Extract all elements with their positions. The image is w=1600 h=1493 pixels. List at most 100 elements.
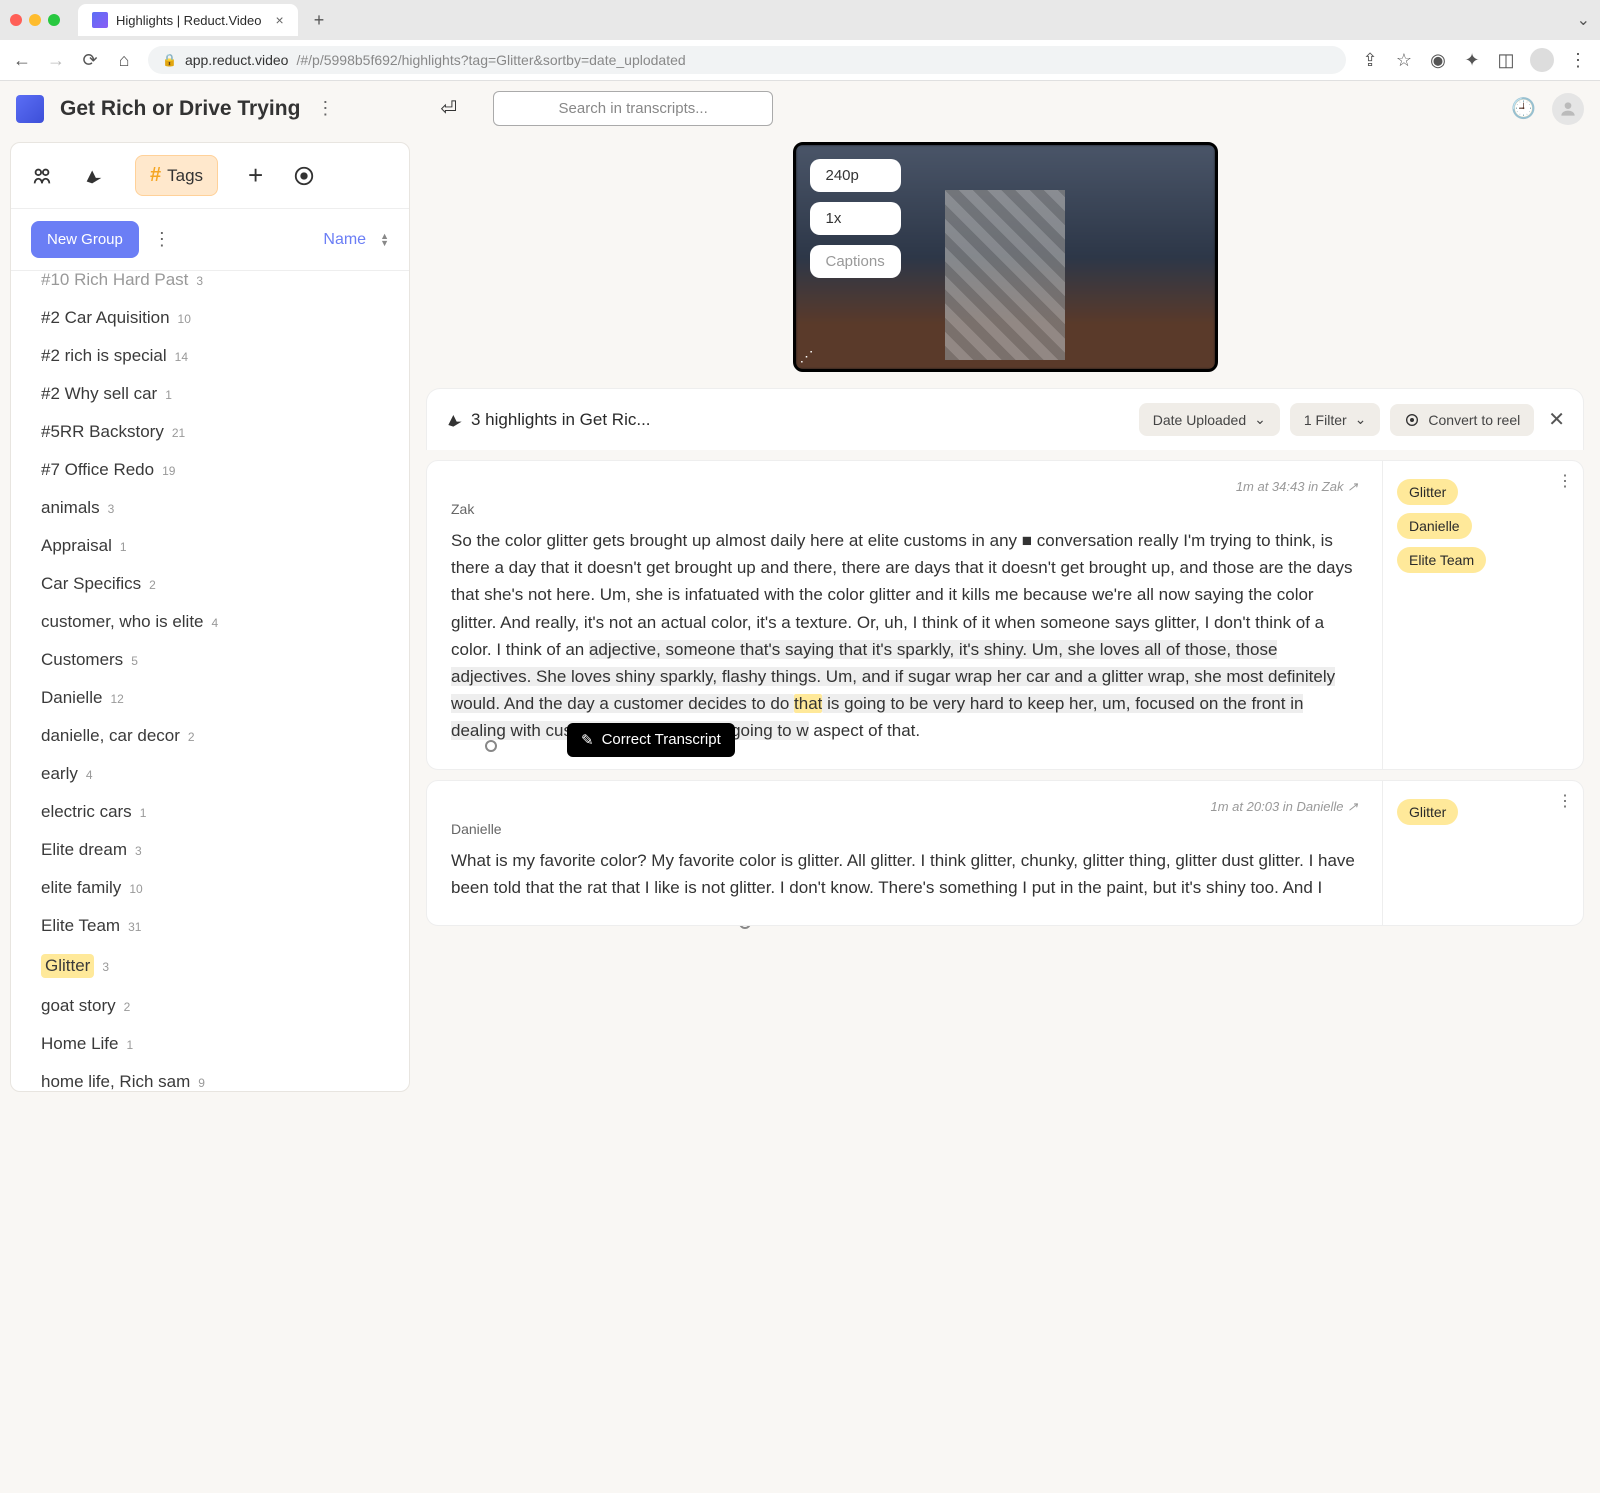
tag-row[interactable]: Glitter3 [41,945,409,987]
extension-icon[interactable]: ◉ [1428,50,1448,71]
tag-row[interactable]: Elite Team31 [41,907,409,945]
tag-row[interactable]: customer, who is elite4 [41,603,409,641]
extensions-menu-icon[interactable]: ✦ [1462,50,1482,71]
sort-label[interactable]: Name [323,231,366,249]
tag-row[interactable]: Elite dream3 [41,831,409,869]
tag-row[interactable]: Danielle12 [41,679,409,717]
share-icon[interactable]: ⇪ [1360,50,1380,71]
tag-row[interactable]: #5RR Backstory21 [41,413,409,451]
new-group-button[interactable]: New Group [31,221,139,258]
tag-row[interactable]: danielle, car decor 2 [41,717,409,755]
convert-to-reel-button[interactable]: Convert to reel [1390,404,1534,436]
tag-name: Appraisal [41,536,112,556]
tag-count: 21 [172,426,185,440]
tag-count: 2 [188,730,195,744]
highlight-card: 1m at 20:03 in Danielle ↗ Danielle What … [426,780,1584,926]
tag-row[interactable]: #2 rich is special14 [41,337,409,375]
tag-row[interactable]: home life, Rich sam9 [41,1063,409,1091]
history-icon[interactable]: 🕘 [1511,96,1536,121]
tag-row[interactable]: #7 Office Redo19 [41,451,409,489]
transcript-text[interactable]: What is my favorite color? My favorite c… [451,847,1358,901]
panel-icon[interactable]: ◫ [1496,50,1516,71]
tag-row[interactable]: animals3 [41,489,409,527]
sidebar: # Tags + New Group ⋮ Name ▲▼ #10 Rich Ha… [10,142,410,1092]
collapse-icon[interactable]: ⏎ [440,96,457,121]
tag-row[interactable]: #2 Car Aquisition10 [41,299,409,337]
url-bar[interactable]: 🔒 app.reduct.video/#/p/5998b5f692/highli… [148,46,1346,74]
reels-tab-icon[interactable] [293,164,315,187]
tag-row[interactable]: #2 Why sell car1 [41,375,409,413]
filter-dropdown[interactable]: 1 Filter ⌄ [1290,403,1381,436]
tag-name: danielle, car decor [41,726,180,746]
tag-name: Home Life [41,1034,118,1054]
tag-count: 5 [131,654,138,668]
selection-start-handle[interactable] [485,740,497,752]
speaker-name: Zak [451,501,1358,517]
chevron-down-icon: ⌄ [1355,411,1367,428]
tag-row[interactable]: electric cars1 [41,793,409,831]
tag-name: Customers [41,650,123,670]
quality-selector[interactable]: 240p [810,159,901,192]
search-input[interactable]: Search in transcripts... [493,91,773,126]
app-logo[interactable] [16,95,44,123]
tabs-menu-icon[interactable]: ⌄ [1577,10,1590,30]
maximize-window[interactable] [48,14,60,26]
video-player[interactable]: 240p 1x Captions ⋰ [793,142,1218,372]
home-button[interactable]: ⌂ [114,50,134,71]
close-panel-icon[interactable]: ✕ [1548,407,1565,432]
captions-toggle[interactable]: Captions [810,245,901,278]
user-avatar[interactable] [1552,93,1584,125]
reload-button[interactable]: ⟳ [80,50,100,71]
tags-tab[interactable]: # Tags [135,155,218,196]
highlight-tags: Glitter [1383,781,1583,925]
recordings-tab-icon[interactable] [31,164,53,187]
chevron-down-icon: ⌄ [1254,411,1266,428]
tag-name: #7 Office Redo [41,460,154,480]
chrome-menu-icon[interactable]: ⋮ [1568,50,1588,71]
correct-transcript-tooltip[interactable]: ✎ Correct Transcript [567,723,735,757]
card-menu-icon[interactable]: ⋮ [1557,791,1573,811]
highlight-meta[interactable]: 1m at 34:43 in Zak ↗ [451,479,1358,495]
highlight-meta[interactable]: 1m at 20:03 in Danielle ↗ [451,799,1358,815]
profile-avatar[interactable] [1530,48,1554,72]
tag-chip[interactable]: Glitter [1397,479,1458,505]
tag-row[interactable]: early4 [41,755,409,793]
tag-row[interactable]: #10 Rich Hard Past3 [41,271,409,299]
close-tab-icon[interactable]: × [276,12,284,28]
tag-row[interactable]: Car Specifics 2 [41,565,409,603]
add-tab-icon[interactable]: + [248,160,263,191]
tag-count: 1 [165,388,172,402]
tag-row[interactable]: Appraisal1 [41,527,409,565]
highlights-tab-icon[interactable] [83,164,105,187]
tag-row[interactable]: Home Life1 [41,1025,409,1063]
date-uploaded-dropdown[interactable]: Date Uploaded ⌄ [1139,403,1280,436]
tag-chip[interactable]: Elite Team [1397,547,1486,573]
url-path: /#/p/5998b5f692/highlights?tag=Glitter&s… [296,52,685,68]
speed-selector[interactable]: 1x [810,202,901,235]
group-menu-icon[interactable]: ⋮ [153,229,171,250]
browser-tab[interactable]: Highlights | Reduct.Video × [78,4,298,36]
tag-row[interactable]: elite family10 [41,869,409,907]
tag-chip[interactable]: Danielle [1397,513,1472,539]
close-window[interactable] [10,14,22,26]
tag-count: 2 [149,578,156,592]
sort-direction-icon[interactable]: ▲▼ [380,233,389,246]
bookmark-icon[interactable]: ☆ [1394,50,1414,71]
tag-row[interactable]: Customers 5 [41,641,409,679]
speaker-name: Danielle [451,821,1358,837]
project-menu-icon[interactable]: ⋮ [316,98,334,119]
highlighter-icon [445,410,465,430]
resize-handle-icon[interactable]: ⋰ [800,348,814,365]
tag-name: elite family [41,878,121,898]
tag-name: Car Specifics [41,574,141,594]
minimize-window[interactable] [29,14,41,26]
tab-favicon [92,12,108,28]
tag-row[interactable]: goat story2 [41,987,409,1025]
url-domain: app.reduct.video [185,52,289,68]
back-button[interactable]: ← [12,50,32,71]
tag-chip[interactable]: Glitter [1397,799,1458,825]
transcript-text[interactable]: So the color glitter gets brought up alm… [451,527,1358,745]
new-tab-button[interactable]: + [306,10,333,31]
project-title: Get Rich or Drive Trying [60,97,300,121]
card-menu-icon[interactable]: ⋮ [1557,471,1573,491]
